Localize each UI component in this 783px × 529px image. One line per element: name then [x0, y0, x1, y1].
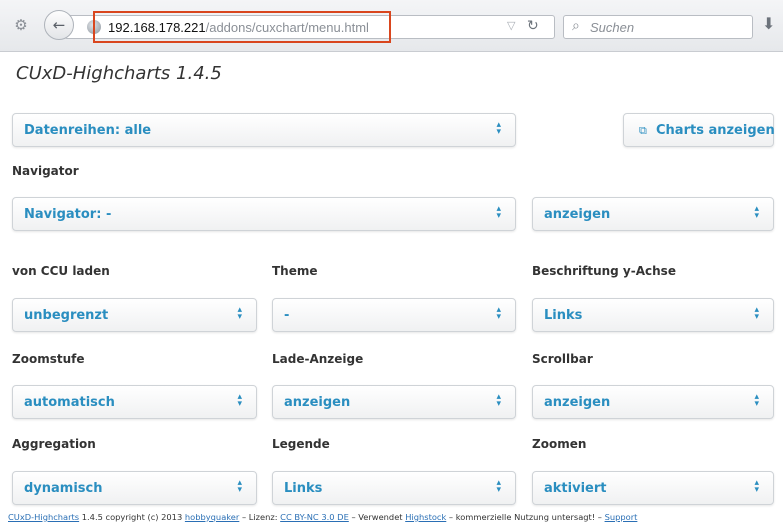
- highstock-link[interactable]: Highstock: [405, 512, 446, 522]
- charts-anzeigen-button[interactable]: ⧉ Charts anzeigen: [623, 113, 775, 147]
- beschriftung-select[interactable]: Links ▴ ▾: [532, 298, 774, 332]
- theme-label: Theme: [272, 264, 318, 278]
- updown-arrows-icon: ▴ ▾: [754, 204, 759, 221]
- lade-anzeige-label: Lade-Anzeige: [272, 352, 364, 366]
- select-value: aktiviert: [544, 481, 607, 496]
- zoomstufe-label: Zoomstufe: [12, 352, 85, 366]
- von-ccu-laden-select[interactable]: unbegrenzt ▴ ▾: [12, 298, 257, 332]
- author-link[interactable]: hobbyquaker: [185, 512, 239, 522]
- back-arrow-icon: ←: [52, 16, 66, 34]
- scrollbar-label: Scrollbar: [532, 352, 593, 366]
- scrollbar-select[interactable]: anzeigen ▴ ▾: [532, 385, 774, 419]
- globe-icon: [87, 20, 101, 34]
- select-value: dynamisch: [24, 481, 103, 496]
- updown-arrows-icon: ▴ ▾: [754, 305, 759, 322]
- updown-arrows-icon: ▴ ▾: [496, 305, 501, 322]
- von-ccu-laden-label: von CCU laden: [12, 264, 110, 278]
- url-host: 192.168.178.221: [108, 20, 206, 35]
- updown-arrows-icon: ▴ ▾: [754, 478, 759, 495]
- support-link[interactable]: Support: [605, 512, 638, 522]
- browser-toolbar: ⚙ 192.168.178.221/addons/cuxchart/menu.h…: [0, 0, 783, 52]
- charts-anzeigen-label: Charts anzeigen: [656, 123, 775, 138]
- zoomen-label: Zoomen: [532, 437, 587, 451]
- url-path: /addons/cuxchart/menu.html: [205, 20, 369, 35]
- updown-arrows-icon: ▴ ▾: [237, 305, 242, 322]
- chevron-down-icon[interactable]: ▽: [507, 19, 515, 32]
- footer: CUxD-Highcharts 1.4.5 copyright (c) 2013…: [8, 512, 778, 522]
- updown-arrows-icon: ▴ ▾: [754, 392, 759, 409]
- aggregation-select[interactable]: dynamisch ▴ ▾: [12, 471, 257, 505]
- select-value: Links: [284, 481, 323, 496]
- theme-select[interactable]: - ▴ ▾: [272, 298, 516, 332]
- url-bar[interactable]: 192.168.178.221/addons/cuxchart/menu.htm…: [64, 15, 555, 39]
- updown-arrows-icon: ▴ ▾: [496, 478, 501, 495]
- select-value: Datenreihen: alle: [24, 123, 152, 138]
- updown-arrows-icon: ▴ ▾: [496, 392, 501, 409]
- zoomen-select[interactable]: aktiviert ▴ ▾: [532, 471, 774, 505]
- updown-arrows-icon: ▴ ▾: [237, 478, 242, 495]
- download-icon[interactable]: ⬇: [762, 14, 775, 33]
- updown-arrows-icon: ▴ ▾: [496, 204, 501, 221]
- footer-text: – Verwendet: [348, 512, 406, 522]
- select-value: automatisch: [24, 395, 115, 410]
- footer-text: 1.4.5 copyright (c) 2013: [79, 512, 185, 522]
- updown-arrows-icon: ▴ ▾: [496, 120, 501, 137]
- zoomstufe-select[interactable]: automatisch ▴ ▾: [12, 385, 257, 419]
- datenreihen-select[interactable]: Datenreihen: alle ▴ ▾: [12, 113, 516, 147]
- license-link[interactable]: CC BY-NC 3.0 DE: [280, 512, 349, 522]
- search-input[interactable]: [590, 18, 740, 36]
- select-value: anzeigen: [284, 395, 351, 410]
- select-value: Links: [544, 308, 583, 323]
- navigator-show-select[interactable]: anzeigen ▴ ▾: [532, 197, 774, 231]
- select-value: unbegrenzt: [24, 308, 109, 323]
- page-title: CUxD-Highcharts 1.4.5: [16, 63, 222, 84]
- aggregation-label: Aggregation: [12, 437, 96, 451]
- search-bar[interactable]: ⌕: [563, 15, 753, 39]
- legende-label: Legende: [272, 437, 330, 451]
- lade-anzeige-select[interactable]: anzeigen ▴ ▾: [272, 385, 516, 419]
- puzzle-icon[interactable]: ⚙: [10, 14, 32, 36]
- select-value: anzeigen: [544, 207, 611, 222]
- app-link[interactable]: CUxD-Highcharts: [8, 512, 79, 522]
- legende-select[interactable]: Links ▴ ▾: [272, 471, 516, 505]
- navigator-select[interactable]: Navigator: - ▴ ▾: [12, 197, 516, 231]
- search-icon: ⌕: [572, 18, 580, 34]
- url-text[interactable]: 192.168.178.221/addons/cuxchart/menu.htm…: [108, 20, 369, 35]
- footer-text: – Lizenz:: [239, 512, 281, 522]
- back-button[interactable]: ←: [44, 10, 74, 40]
- select-value: anzeigen: [544, 395, 611, 410]
- reload-icon[interactable]: ↻: [527, 18, 539, 34]
- beschriftung-label: Beschriftung y-Achse: [532, 264, 676, 278]
- footer-text: – kommerzielle Nutzung untersagt! –: [446, 512, 605, 522]
- updown-arrows-icon: ▴ ▾: [237, 392, 242, 409]
- navigator-label: Navigator: [12, 164, 79, 178]
- select-value: Navigator: -: [24, 207, 112, 222]
- external-window-icon: ⧉: [639, 124, 647, 137]
- select-value: -: [284, 308, 290, 323]
